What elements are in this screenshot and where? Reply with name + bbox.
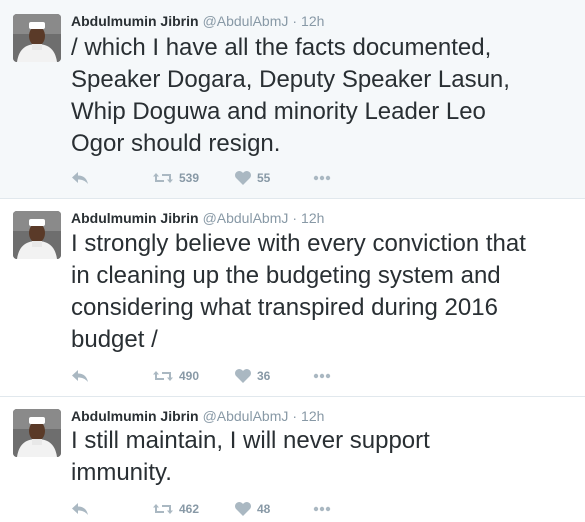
like-count: 48: [257, 502, 271, 516]
retweet-button[interactable]: 462: [153, 500, 199, 518]
author-name[interactable]: Abdulmumin Jibrin: [71, 408, 199, 424]
tweet[interactable]: Abdulmumin Jibrin @AbdulAbmJ · 12h I still …: [0, 397, 585, 522]
author-name[interactable]: Abdulmumin Jibrin: [71, 210, 199, 226]
like-count: 36: [257, 369, 271, 383]
separator: ·: [292, 13, 298, 29]
tweet-actions: 539 55: [71, 169, 371, 187]
like-button[interactable]: 55: [235, 169, 270, 187]
author-handle[interactable]: @AbdulAbmJ: [203, 13, 289, 29]
author-handle[interactable]: @AbdulAbmJ: [203, 210, 289, 226]
retweet-icon: [153, 371, 173, 381]
tweet[interactable]: Abdulmumin Jibrin @AbdulAbmJ · 12h I strong…: [0, 199, 585, 396]
timestamp[interactable]: 12h: [301, 210, 324, 226]
avatar[interactable]: [13, 14, 61, 62]
more-button[interactable]: [313, 169, 331, 187]
avatar-photo: [13, 409, 61, 457]
retweet-count: 490: [179, 369, 200, 383]
more-button[interactable]: [313, 367, 331, 385]
retweet-button[interactable]: 539: [153, 169, 199, 187]
reply-icon: [72, 503, 88, 515]
timestamp[interactable]: 12h: [301, 13, 324, 29]
reply-button[interactable]: [71, 367, 89, 385]
heart-icon: [235, 369, 251, 383]
avatar-photo: [13, 211, 61, 259]
tweet-header: Abdulmumin Jibrin @AbdulAbmJ · 12h: [71, 209, 324, 227]
retweet-button[interactable]: 490: [153, 367, 199, 385]
more-icon: [313, 373, 331, 379]
tweet-header: Abdulmumin Jibrin @AbdulAbmJ · 12h: [71, 12, 324, 30]
tweet-header: Abdulmumin Jibrin @AbdulAbmJ · 12h: [71, 407, 324, 425]
tweet-text: / which I have all the facts documented,…: [71, 34, 510, 157]
tweet-actions: 462 48: [71, 500, 371, 518]
more-icon: [313, 175, 331, 181]
avatar-photo: [13, 14, 61, 62]
separator: ·: [292, 408, 298, 424]
tweet-text: I still maintain, I will never support i…: [71, 427, 430, 486]
separator: ·: [292, 210, 298, 226]
tweet[interactable]: Abdulmumin Jibrin @AbdulAbmJ · 12h / which …: [0, 0, 585, 198]
tweet-actions: 490 36: [71, 367, 371, 385]
avatar[interactable]: [13, 211, 61, 259]
retweet-icon: [153, 173, 173, 183]
avatar[interactable]: [13, 409, 61, 457]
retweet-count: 539: [179, 171, 200, 185]
reply-icon: [72, 172, 88, 184]
retweet-icon: [153, 504, 173, 514]
timestamp[interactable]: 12h: [301, 408, 324, 424]
like-button[interactable]: 48: [235, 500, 270, 518]
like-count: 55: [257, 171, 271, 185]
reply-button[interactable]: [71, 169, 89, 187]
tweet-text: I strongly believe with every conviction…: [71, 230, 526, 353]
like-button[interactable]: 36: [235, 367, 270, 385]
more-button[interactable]: [313, 500, 331, 518]
heart-icon: [235, 171, 251, 185]
author-name[interactable]: Abdulmumin Jibrin: [71, 13, 199, 29]
retweet-count: 462: [179, 502, 200, 516]
reply-icon: [72, 370, 88, 382]
heart-icon: [235, 502, 251, 516]
author-handle[interactable]: @AbdulAbmJ: [203, 408, 289, 424]
reply-button[interactable]: [71, 500, 89, 518]
more-icon: [313, 506, 331, 512]
